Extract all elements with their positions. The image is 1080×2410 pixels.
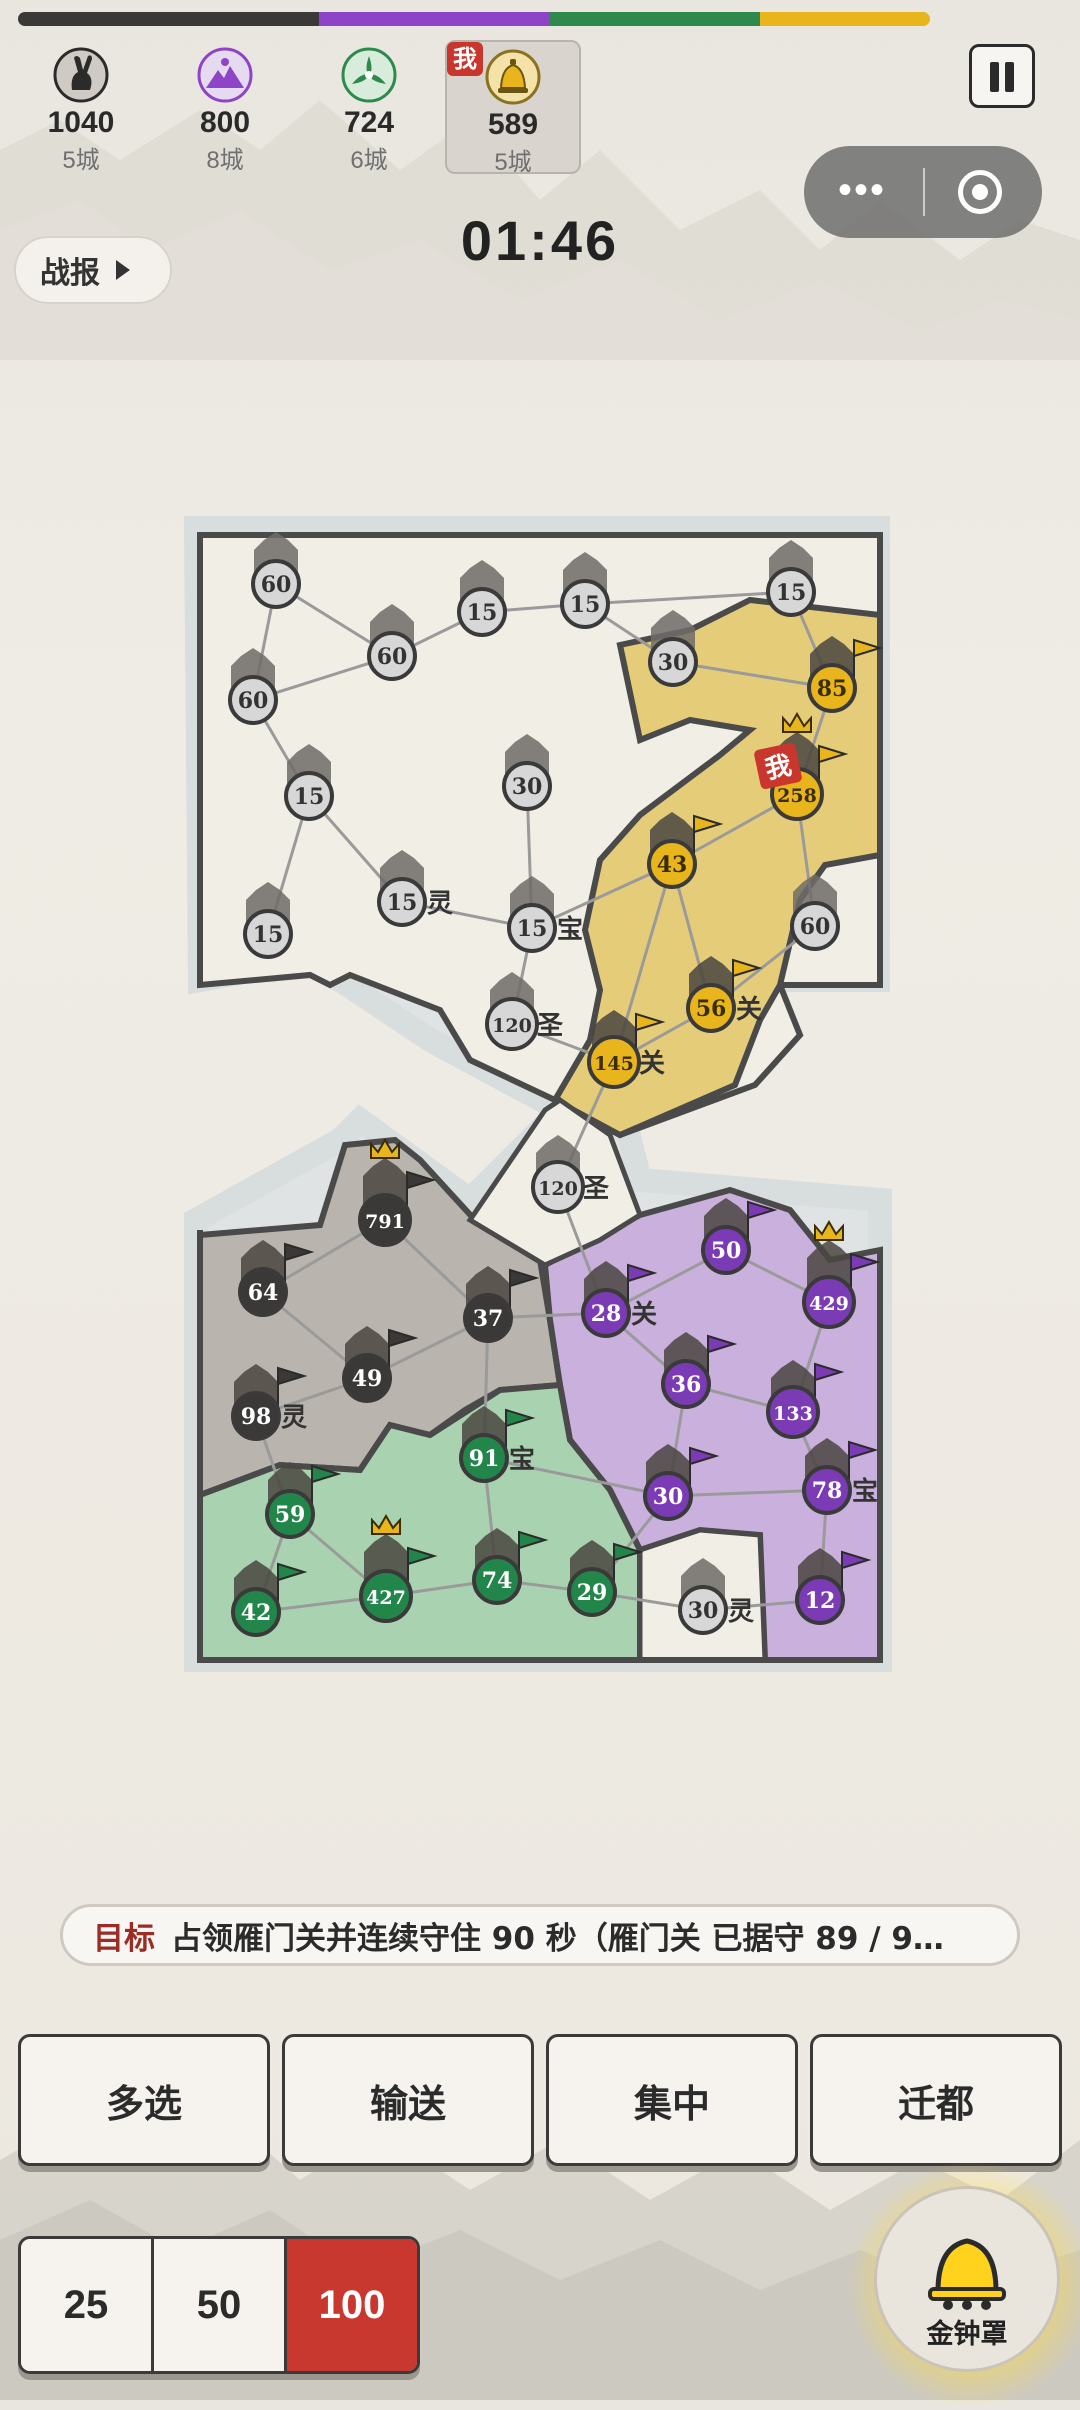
city-troop-count: 15 xyxy=(387,890,418,916)
bell-icon xyxy=(928,2238,1006,2310)
city-troop-count: 15 xyxy=(570,592,601,618)
city-troop-count: 30 xyxy=(688,1598,719,1624)
city-troop-count: 36 xyxy=(671,1372,702,1398)
city-troop-count: 258 xyxy=(777,785,817,807)
city-troop-count: 427 xyxy=(366,1587,406,1609)
city-troop-count: 791 xyxy=(365,1211,405,1233)
concentrate-button[interactable]: 集中 xyxy=(546,2034,798,2166)
relocate-capital-button[interactable]: 迁都 xyxy=(810,2034,1062,2166)
city-troop-count: 60 xyxy=(800,914,831,940)
city-troop-count: 60 xyxy=(238,688,269,714)
city-type-tag: 宝 xyxy=(852,1476,878,1507)
city-type-tag: 关 xyxy=(736,995,762,1025)
city-troop-count: 15 xyxy=(517,916,548,942)
city-troop-count: 49 xyxy=(352,1366,383,1392)
city-troop-count: 30 xyxy=(653,1484,684,1510)
city-troop-count: 85 xyxy=(817,676,848,702)
my-capital-marker: 我 xyxy=(754,743,802,789)
city-type-tag: 关 xyxy=(631,1300,657,1330)
city-troop-count: 56 xyxy=(696,996,727,1022)
transport-button[interactable]: 输送 xyxy=(282,2034,534,2166)
city-troop-count: 30 xyxy=(658,650,689,676)
percent-50-button[interactable]: 50 xyxy=(154,2239,287,2371)
multi-select-button[interactable]: 多选 xyxy=(18,2034,270,2166)
objective-label: 目标 xyxy=(93,1920,155,1957)
city-node-yellow[interactable]: 145 关 xyxy=(587,1010,666,1089)
golden-bell-shield-button[interactable]: 金钟罩 xyxy=(874,2186,1060,2372)
city-troop-count: 78 xyxy=(812,1478,843,1504)
objective-banner: 目标 占领雁门关并连续守住 90 秒（雁门关 已据守 89 / 9… xyxy=(60,1904,1020,1966)
golden-bell-label: 金钟罩 xyxy=(926,2319,1008,2350)
city-troop-count: 60 xyxy=(377,644,408,670)
city-troop-count: 74 xyxy=(482,1568,513,1594)
city-troop-count: 15 xyxy=(294,784,325,810)
city-type-tag: 圣 xyxy=(537,1011,564,1041)
city-type-tag: 关 xyxy=(639,1049,665,1079)
city-troop-count: 15 xyxy=(776,580,807,606)
city-troop-count: 43 xyxy=(657,852,688,878)
city-troop-count: 120 xyxy=(492,1015,532,1037)
city-type-tag: 宝 xyxy=(557,914,583,945)
city-troop-count: 59 xyxy=(275,1502,306,1528)
city-troop-count: 30 xyxy=(512,774,543,800)
city-troop-count: 91 xyxy=(469,1446,500,1472)
city-troop-count: 145 xyxy=(594,1053,634,1075)
percent-25-button[interactable]: 25 xyxy=(21,2239,154,2371)
city-type-tag: 灵 xyxy=(281,1403,307,1433)
city-type-tag: 灵 xyxy=(728,1597,754,1627)
city-troop-count: 133 xyxy=(773,1403,813,1425)
city-troop-count: 64 xyxy=(248,1280,279,1306)
city-troop-count: 42 xyxy=(241,1600,272,1626)
city-troop-count: 29 xyxy=(577,1580,608,1606)
city-type-tag: 灵 xyxy=(427,889,453,919)
city-troop-count: 15 xyxy=(467,600,498,626)
city-troop-count: 28 xyxy=(591,1301,622,1327)
city-type-tag: 圣 xyxy=(583,1174,610,1204)
troop-percentage-selector: 25 50 100 xyxy=(18,2236,420,2374)
city-type-tag: 宝 xyxy=(509,1444,535,1475)
city-troop-count: 12 xyxy=(805,1588,836,1614)
city-troop-count: 15 xyxy=(253,922,284,948)
percent-100-button[interactable]: 100 xyxy=(287,2239,417,2371)
city-troop-count: 98 xyxy=(241,1404,272,1430)
objective-text: 占领雁门关并连续守住 90 秒（雁门关 已据守 89 / 9… xyxy=(171,1920,944,1957)
city-troop-count: 60 xyxy=(261,572,292,598)
city-troop-count: 429 xyxy=(809,1293,849,1315)
city-troop-count: 37 xyxy=(473,1306,504,1332)
city-troop-count: 50 xyxy=(711,1238,742,1264)
city-troop-count: 120 xyxy=(538,1178,578,1200)
